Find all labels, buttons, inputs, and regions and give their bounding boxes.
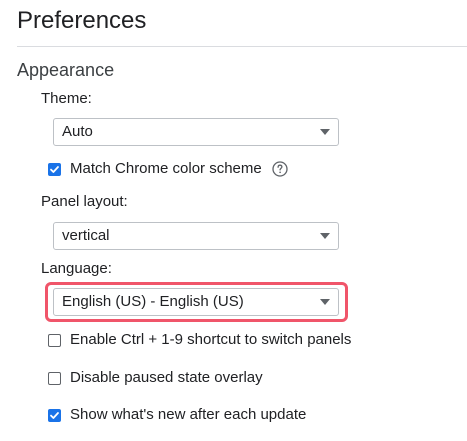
language-label: Language: xyxy=(41,260,112,277)
language-select[interactable]: English (US) - English (US) xyxy=(53,288,339,316)
title-divider xyxy=(17,46,467,47)
chevron-down-icon xyxy=(320,233,330,239)
chevron-down-icon xyxy=(320,129,330,135)
whats-new-checkbox-row[interactable]: Show what's new after each update xyxy=(48,405,306,425)
language-select-value: English (US) - English (US) xyxy=(62,293,244,310)
match-chrome-label: Match Chrome color scheme xyxy=(70,160,262,177)
theme-select[interactable]: Auto xyxy=(53,118,339,146)
ctrl-shortcut-checkbox-row[interactable]: Enable Ctrl + 1-9 shortcut to switch pan… xyxy=(48,330,351,350)
theme-select-value: Auto xyxy=(62,123,93,140)
panel-layout-label: Panel layout: xyxy=(41,193,128,210)
ctrl-shortcut-checkbox[interactable] xyxy=(48,333,61,347)
match-chrome-checkbox[interactable] xyxy=(48,162,61,176)
help-circle-icon[interactable] xyxy=(272,161,288,177)
paused-overlay-checkbox[interactable] xyxy=(48,371,61,385)
checkmark-icon xyxy=(50,165,59,173)
chevron-down-icon xyxy=(320,299,330,305)
preferences-page: Preferences Appearance Theme: Auto Match… xyxy=(0,0,467,441)
ctrl-shortcut-label: Enable Ctrl + 1-9 shortcut to switch pan… xyxy=(70,331,352,348)
checkmark-icon xyxy=(50,411,59,419)
theme-label: Theme: xyxy=(41,90,92,107)
panel-layout-select-value: vertical xyxy=(62,227,110,244)
match-chrome-checkbox-row[interactable]: Match Chrome color scheme xyxy=(48,159,288,179)
panel-layout-select[interactable]: vertical xyxy=(53,222,339,250)
whats-new-checkbox[interactable] xyxy=(48,408,61,422)
paused-overlay-label: Disable paused state overlay xyxy=(70,369,263,386)
section-title-appearance: Appearance xyxy=(17,60,115,80)
whats-new-label: Show what's new after each update xyxy=(70,406,307,423)
page-title: Preferences xyxy=(17,7,147,34)
paused-overlay-checkbox-row[interactable]: Disable paused state overlay xyxy=(48,368,263,388)
